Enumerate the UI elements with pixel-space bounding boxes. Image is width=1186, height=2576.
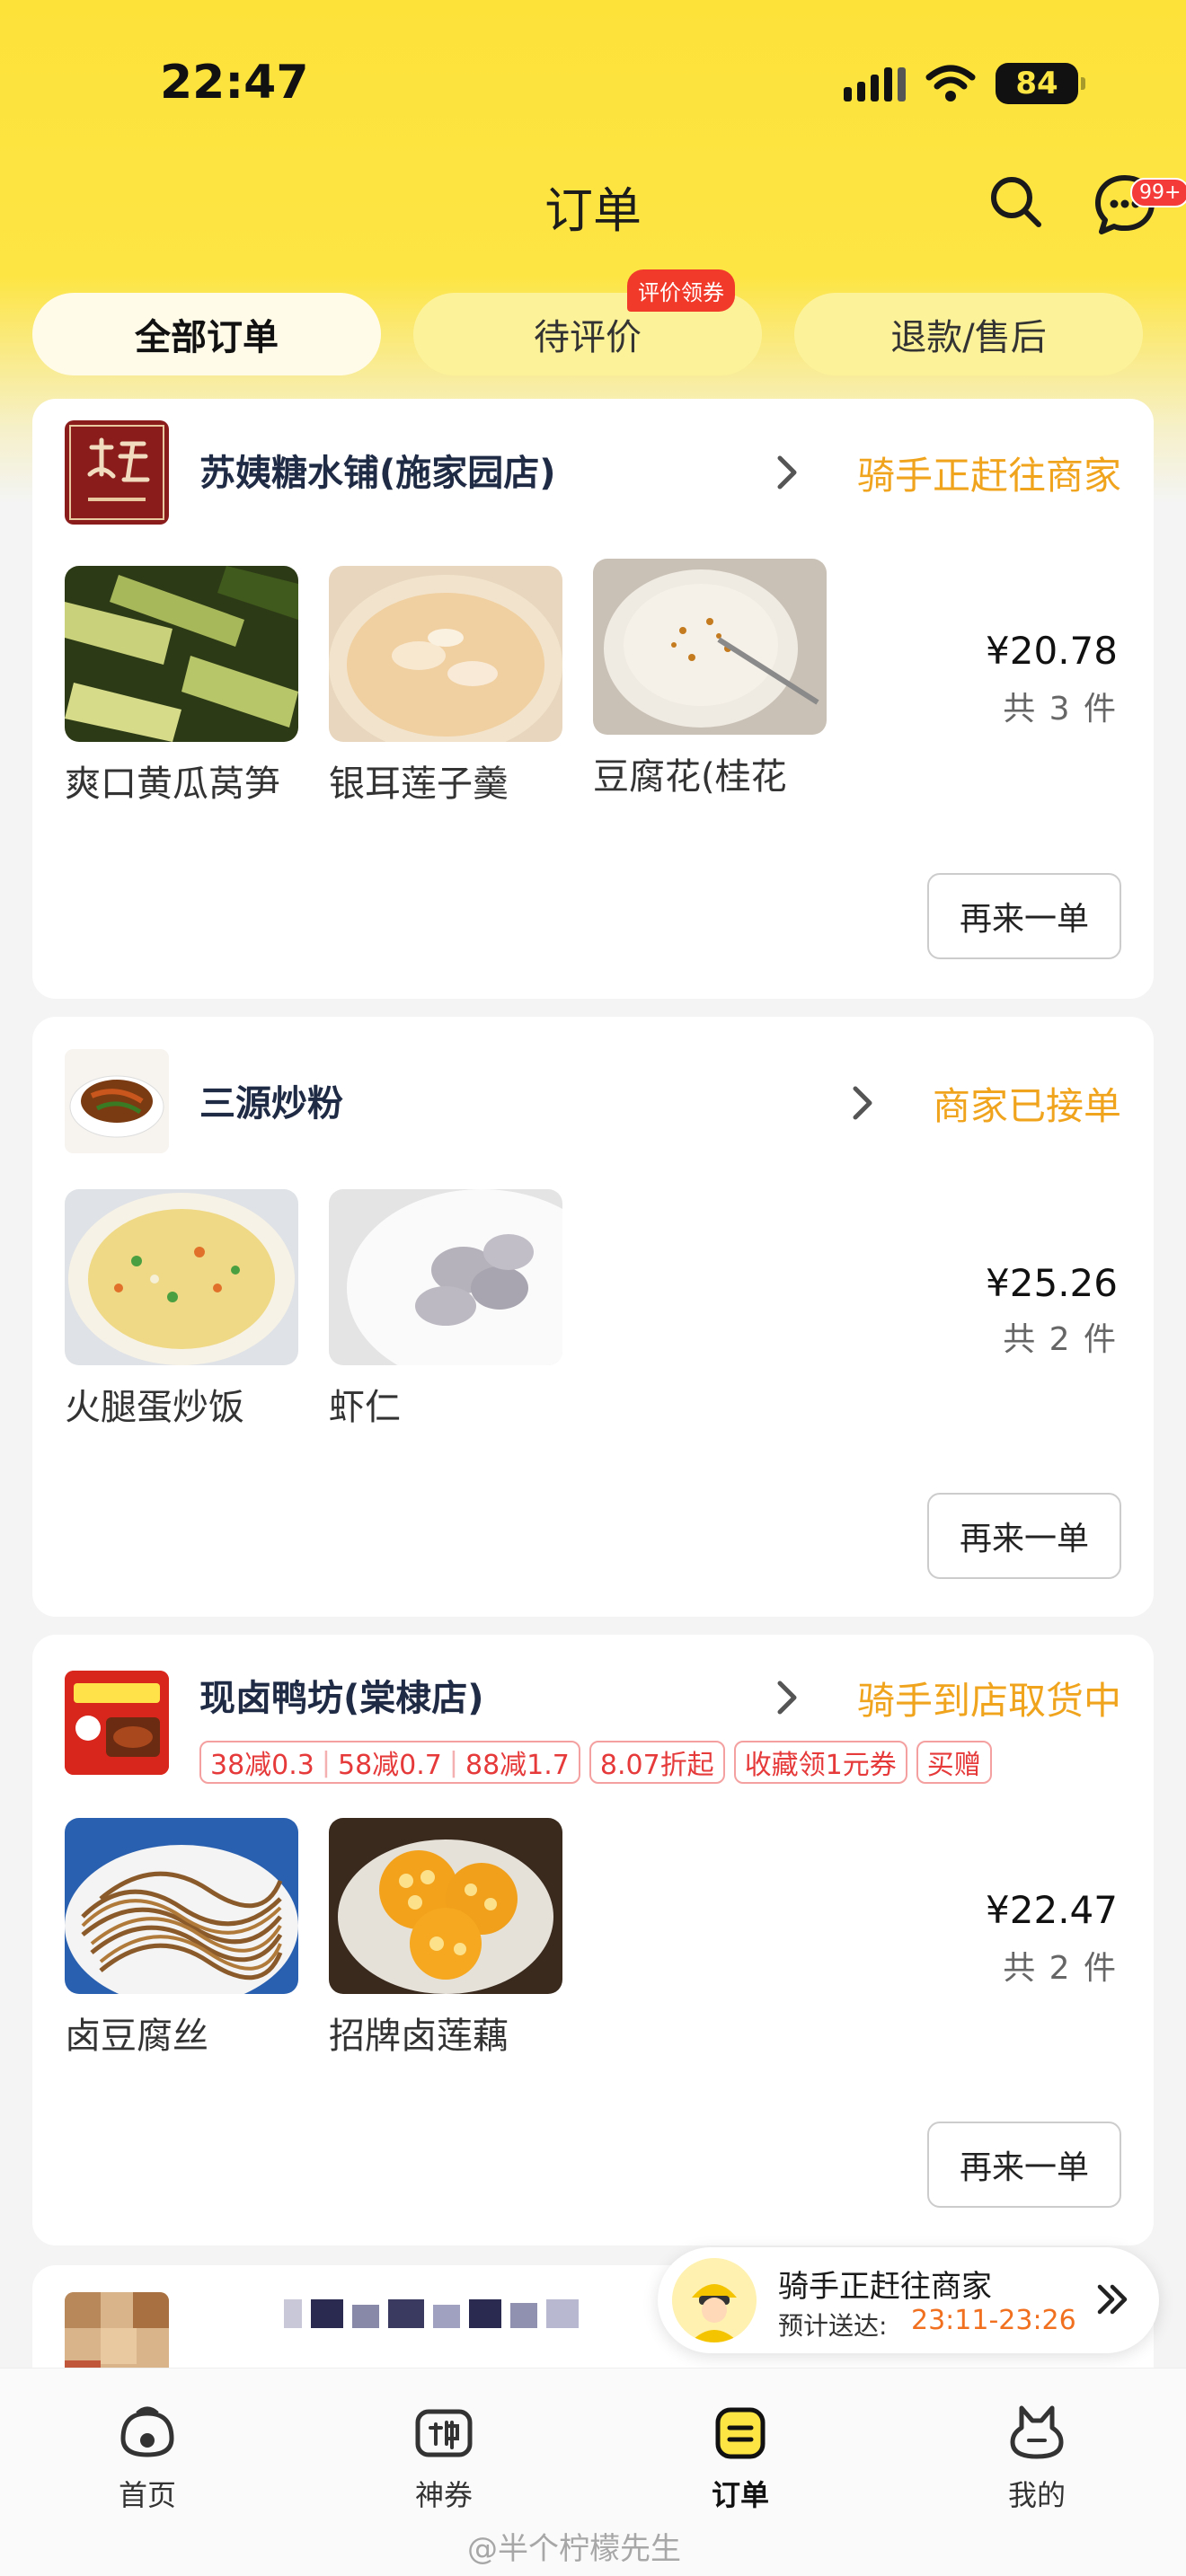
- coupon-icon: [415, 2409, 473, 2457]
- shop-name[interactable]: 苏姨糖水铺(施家园店): [199, 444, 556, 496]
- rider-status-text: 骑手正赶往商家: [778, 2269, 992, 2305]
- order-count: 共 3 件: [1003, 691, 1118, 728]
- status-icons: 84: [844, 63, 1085, 104]
- watermark: @半个柠檬先生: [467, 2531, 681, 2567]
- order-price: ¥20.78: [986, 629, 1118, 673]
- order-status: 骑手到店取货中: [856, 1679, 1121, 1723]
- food-image: [329, 1189, 562, 1365]
- item-name: 爽口黄瓜莴笋: [65, 763, 280, 805]
- food-image: [329, 1818, 562, 1994]
- tab-all-orders[interactable]: 全部订单: [32, 293, 381, 375]
- promo-text: 88减1.7: [465, 1750, 570, 1781]
- reorder-button[interactable]: 再来一单: [927, 1493, 1121, 1579]
- order-item: 银耳莲子羹: [329, 566, 562, 807]
- tab-orders[interactable]: 订单: [668, 2401, 812, 2514]
- tab-home[interactable]: 首页: [75, 2401, 219, 2514]
- food-image: [65, 1189, 298, 1365]
- item-name: 虾仁: [329, 1387, 401, 1428]
- double-chevron-right-icon[interactable]: [1093, 2280, 1132, 2319]
- tab-refund[interactable]: 退款/售后: [794, 293, 1143, 375]
- shop-logo: [65, 1049, 169, 1153]
- home-icon: [120, 2406, 174, 2457]
- reorder-button[interactable]: 再来一单: [927, 873, 1121, 959]
- item-name: 卤豆腐丝: [65, 2016, 208, 2057]
- tab-coupons[interactable]: 神券: [372, 2401, 516, 2514]
- promo-tag: 买赠: [916, 1741, 992, 1784]
- food-image: [65, 566, 298, 742]
- tab-label: 首页: [118, 2478, 176, 2512]
- order-item: 爽口黄瓜莴笋: [65, 566, 298, 807]
- profile-icon: [1010, 2405, 1064, 2459]
- tab-label: 神券: [414, 2478, 473, 2512]
- order-price: ¥25.26: [986, 1261, 1118, 1305]
- chevron-right-icon[interactable]: [769, 1676, 805, 1719]
- signal-icon: [844, 66, 906, 101]
- wifi-icon: [925, 65, 976, 101]
- order-card[interactable]: 三源炒粉 商家已接单 火腿蛋炒饭 虾仁 ¥25.26 共 2 件 再来一单: [32, 1017, 1154, 1617]
- rider-avatar: [672, 2258, 757, 2342]
- message-badge: 99+: [1130, 178, 1186, 207]
- blurred-shop-name: [284, 2299, 579, 2328]
- search-icon[interactable]: [985, 171, 1048, 234]
- order-item: 卤豆腐丝: [65, 1818, 298, 2059]
- shop-logo: [65, 1671, 169, 1775]
- status-time: 22:47: [160, 56, 309, 110]
- tab-label: 订单: [711, 2478, 769, 2512]
- promo-tags: 38减0.3 | 58减0.7 | 88减1.7 8.07折起 收藏领1元券 买赠: [199, 1741, 992, 1784]
- order-status: 骑手正赶往商家: [856, 454, 1121, 498]
- promo-text: 58减0.7: [338, 1750, 442, 1781]
- food-image: [65, 1818, 298, 1994]
- chevron-right-icon[interactable]: [845, 1081, 881, 1125]
- order-card[interactable]: 现卤鸭坊(棠棣店) 骑手到店取货中 38减0.3 | 58减0.7 | 88减1.7…: [32, 1635, 1154, 2245]
- eta-time: 23:11-23:26: [911, 2305, 1076, 2336]
- review-coupon-badge: 评价领券: [627, 269, 735, 312]
- rider-status-pill[interactable]: 骑手正赶往商家 预计送达: 23:11-23:26: [658, 2247, 1159, 2353]
- promo-tag-discount: 38减0.3 | 58减0.7 | 88减1.7: [199, 1741, 580, 1784]
- order-item: 虾仁: [329, 1189, 562, 1430]
- eta-label: 预计送达:: [778, 2311, 888, 2341]
- item-name: 火腿蛋炒饭: [65, 1387, 244, 1428]
- promo-tag: 8.07折起: [589, 1741, 725, 1784]
- order-item: 火腿蛋炒饭: [65, 1189, 298, 1430]
- order-price: ¥22.47: [986, 1888, 1118, 1932]
- food-image: [329, 566, 562, 742]
- item-name: 豆腐花(桂花: [593, 756, 787, 798]
- order-status: 商家已接单: [932, 1084, 1121, 1128]
- battery-indicator: 84: [996, 63, 1085, 104]
- reorder-button[interactable]: 再来一单: [927, 2122, 1121, 2208]
- order-count: 共 2 件: [1003, 1321, 1118, 1358]
- tab-label: 我的: [1007, 2478, 1066, 2512]
- promo-tag: 收藏领1元券: [733, 1741, 907, 1784]
- order-item: 豆腐花(桂花: [593, 559, 827, 799]
- order-icon: [715, 2407, 766, 2459]
- item-name: 招牌卤莲藕: [329, 2016, 509, 2057]
- shop-name[interactable]: 现卤鸭坊(棠棣店): [199, 1669, 484, 1721]
- shop-logo: [65, 420, 169, 525]
- order-item: 招牌卤莲藕: [329, 1818, 562, 2059]
- item-name: 银耳莲子羹: [329, 763, 509, 805]
- promo-text: 38减0.3: [210, 1750, 314, 1781]
- order-card[interactable]: 苏姨糖水铺(施家园店) 骑手正赶往商家 爽口黄瓜莴笋 银耳莲子羹 豆腐花(桂花 …: [32, 399, 1154, 999]
- chevron-right-icon[interactable]: [769, 451, 805, 494]
- tab-profile[interactable]: 我的: [965, 2401, 1109, 2514]
- order-count: 共 2 件: [1003, 1950, 1118, 1987]
- food-image: [593, 559, 827, 735]
- shop-name[interactable]: 三源炒粉: [199, 1074, 343, 1126]
